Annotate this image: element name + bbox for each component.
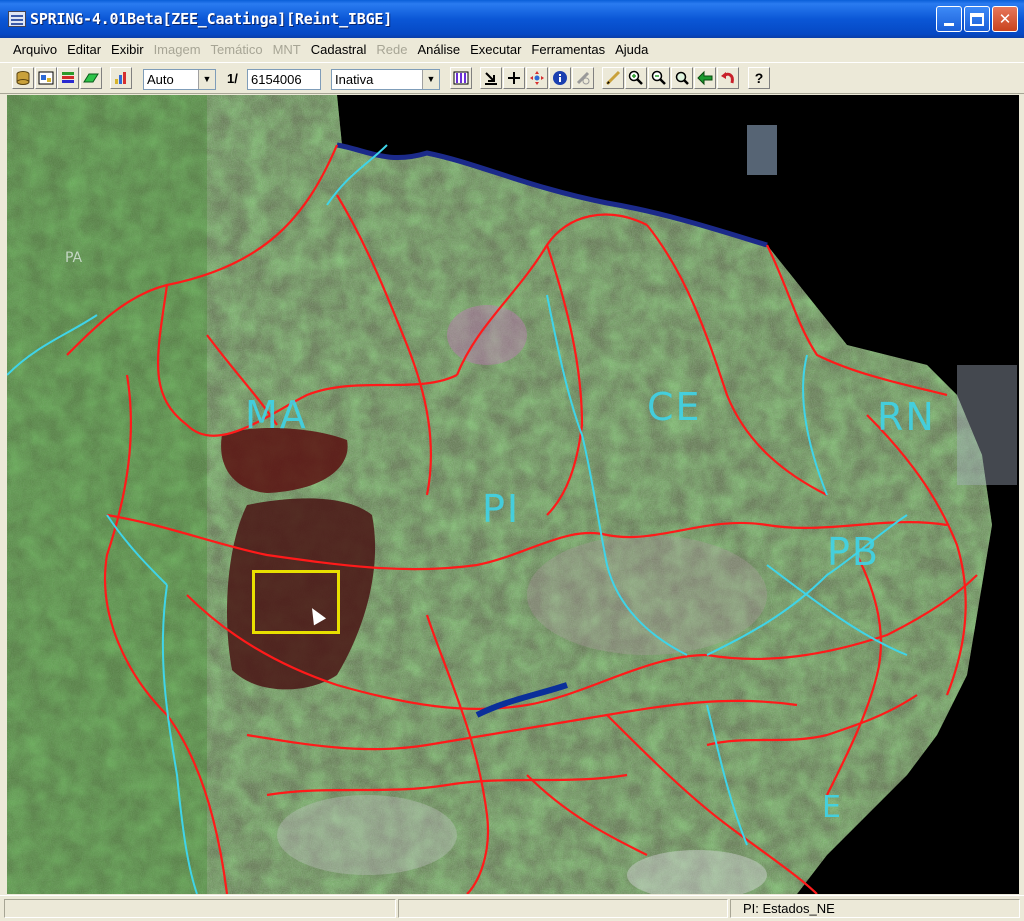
- palette-icon[interactable]: [450, 67, 472, 89]
- maximize-icon: [970, 12, 984, 26]
- zoom-in-icon[interactable]: [625, 67, 647, 89]
- status-cell-2: [398, 899, 728, 918]
- menu-ajuda[interactable]: Ajuda: [610, 42, 653, 57]
- state-label-e: E: [822, 790, 843, 825]
- info-icon[interactable]: [549, 67, 571, 89]
- mode-select-value: Inativa: [335, 72, 374, 87]
- zoom-mode-value: Auto: [147, 72, 174, 87]
- zoom-out-icon[interactable]: [648, 67, 670, 89]
- state-label-rn: RN: [877, 395, 936, 439]
- region-label-pa: PA: [65, 250, 83, 266]
- menu-editar[interactable]: Editar: [62, 42, 106, 57]
- chevron-down-icon[interactable]: ▼: [198, 70, 215, 89]
- chart-icon[interactable]: [110, 67, 132, 89]
- layers-panel-icon[interactable]: [35, 67, 57, 89]
- state-label-pi: PI: [482, 487, 521, 531]
- title-bar: SPRING-4.01Beta[ZEE_Caatinga][Reint_IBGE…: [0, 0, 1024, 38]
- crosshair-icon[interactable]: [503, 67, 525, 89]
- back-arrow-icon[interactable]: [694, 67, 716, 89]
- close-button[interactable]: ✕: [992, 6, 1018, 32]
- menu-bar: Arquivo Editar Exibir Imagem Temático MN…: [0, 38, 1024, 60]
- plane-info: PI: Estados_NE: [730, 899, 1020, 918]
- zoom-mode-select[interactable]: Auto ▼: [143, 69, 216, 90]
- undo-icon[interactable]: [717, 67, 739, 89]
- minimize-button[interactable]: [936, 6, 962, 32]
- draw-line-icon[interactable]: [602, 67, 624, 89]
- close-icon: ✕: [998, 11, 1012, 28]
- maximize-button[interactable]: [964, 6, 990, 32]
- database-icon[interactable]: [12, 67, 34, 89]
- state-label-ma: MA: [245, 393, 308, 437]
- state-label-pb: PB: [827, 530, 880, 574]
- menu-analise[interactable]: Análise: [412, 42, 465, 57]
- toolbar: Auto ▼ 1/ 6154006 Inativa ▼ ?: [0, 62, 1024, 94]
- scale-prefix: 1/: [227, 71, 238, 86]
- zoom-window-icon[interactable]: [671, 67, 693, 89]
- pan-icon[interactable]: [526, 67, 548, 89]
- app-icon: [8, 11, 26, 27]
- minimize-icon: [944, 22, 954, 26]
- status-cell-1: [4, 899, 396, 918]
- import-icon[interactable]: [480, 67, 502, 89]
- selection-box[interactable]: [252, 570, 340, 634]
- window-title: SPRING-4.01Beta[ZEE_Caatinga][Reint_IBGE…: [30, 10, 393, 28]
- help-icon[interactable]: ?: [748, 67, 770, 89]
- menu-ferramentas[interactable]: Ferramentas: [526, 42, 610, 57]
- mode-select[interactable]: Inativa ▼: [331, 69, 440, 90]
- menu-rede[interactable]: Rede: [371, 42, 412, 57]
- menu-imagem[interactable]: Imagem: [149, 42, 206, 57]
- menu-tematico[interactable]: Temático: [206, 42, 268, 57]
- scale-input[interactable]: 6154006: [247, 69, 321, 90]
- menu-mnt[interactable]: MNT: [268, 42, 306, 57]
- status-bar: PI: Estados_NE: [0, 895, 1024, 921]
- green-plane-icon[interactable]: [80, 67, 102, 89]
- color-layers-icon[interactable]: [57, 67, 79, 89]
- measure-icon[interactable]: [572, 67, 594, 89]
- map-canvas[interactable]: PA MA PI CE RN PB E: [7, 95, 1019, 894]
- menu-exibir[interactable]: Exibir: [106, 42, 149, 57]
- menu-arquivo[interactable]: Arquivo: [8, 42, 62, 57]
- window-controls: ✕: [936, 6, 1018, 32]
- menu-cadastral[interactable]: Cadastral: [306, 42, 372, 57]
- menu-executar[interactable]: Executar: [465, 42, 526, 57]
- chevron-down-icon[interactable]: ▼: [422, 70, 439, 89]
- state-label-ce: CE: [647, 385, 702, 429]
